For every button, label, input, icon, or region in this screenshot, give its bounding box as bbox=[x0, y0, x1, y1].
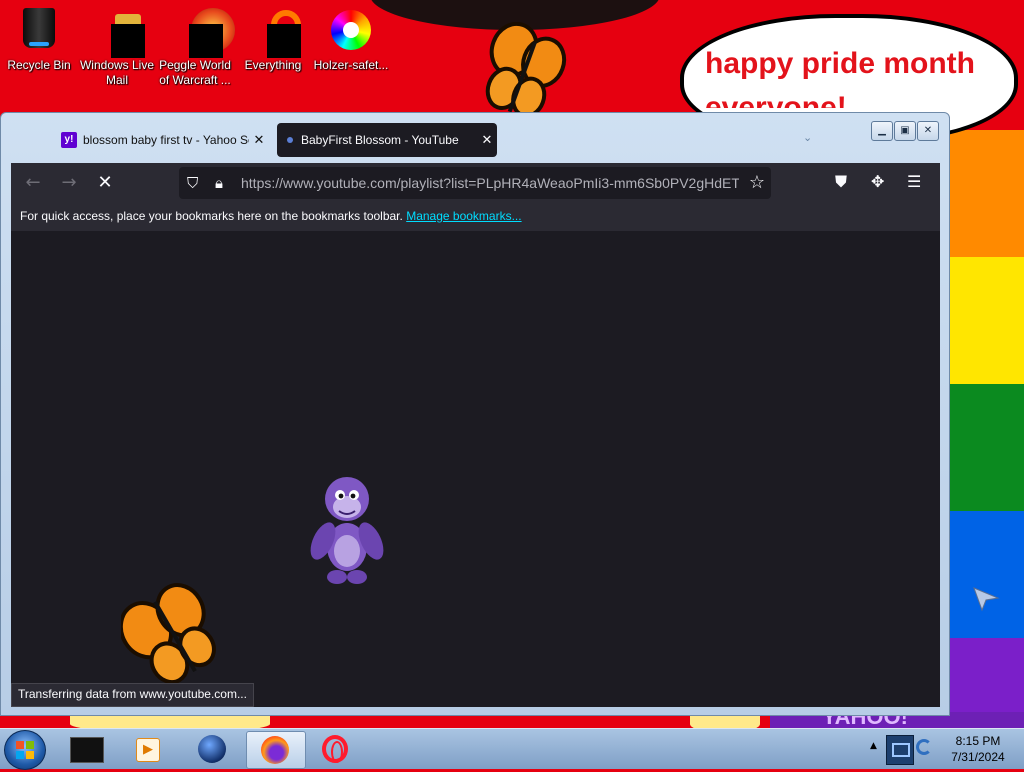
back-button[interactable]: ← bbox=[19, 169, 47, 197]
status-bar: Transferring data from www.youtube.com..… bbox=[11, 683, 254, 707]
network-icon[interactable] bbox=[886, 735, 914, 765]
manage-bookmarks-link[interactable]: Manage bookmarks... bbox=[406, 209, 521, 223]
rainbow-stripes bbox=[946, 130, 1024, 765]
system-tray: ▲ 8:15 PM 7/31/2024 bbox=[866, 729, 1024, 769]
clock[interactable]: 8:15 PM 7/31/2024 bbox=[938, 733, 1018, 765]
start-button[interactable] bbox=[4, 730, 46, 770]
explorer-icon bbox=[70, 737, 104, 763]
nav-toolbar: ← → ✕ ⛉ 🔒︎ https://www.youtube.com/playl… bbox=[11, 163, 940, 203]
close-window-button[interactable]: ✕ bbox=[917, 121, 939, 141]
taskbar-explorer[interactable] bbox=[58, 731, 116, 767]
game-icon bbox=[175, 6, 235, 58]
desktop-icon-everything[interactable]: Everything bbox=[234, 4, 312, 73]
globe-icon bbox=[198, 735, 226, 763]
clock-time: 8:15 PM bbox=[955, 734, 1001, 748]
color-wheel-icon bbox=[331, 6, 371, 52]
cursor-icon bbox=[973, 587, 1000, 612]
taskbar-firefox[interactable] bbox=[246, 731, 306, 769]
menu-icon[interactable]: ☰ bbox=[907, 172, 921, 191]
desktop-icon-recycle-bin[interactable]: Recycle Bin bbox=[0, 4, 78, 73]
tab-title: blossom baby first tv - Yahoo Se bbox=[83, 133, 249, 147]
show-hidden-icons-icon[interactable]: ▲ bbox=[870, 741, 877, 751]
opera-icon bbox=[322, 735, 348, 763]
yahoo-icon: y! bbox=[61, 132, 77, 148]
tab-list-chevron-icon[interactable]: ⌄ bbox=[803, 131, 812, 144]
monkey-character-image bbox=[310, 477, 384, 584]
browser-window: y! blossom baby first tv - Yahoo Se ✕ Ba… bbox=[0, 112, 950, 716]
url-text[interactable]: https://www.youtube.com/playlist?list=PL… bbox=[241, 175, 739, 191]
desktop-icon-peggle[interactable]: Peggle World of Warcraft ... bbox=[156, 4, 235, 88]
taskbar-media-player[interactable]: ▶ bbox=[120, 731, 178, 767]
taskbar-opera[interactable] bbox=[308, 731, 366, 767]
media-player-icon: ▶ bbox=[136, 738, 160, 762]
sync-icon[interactable] bbox=[916, 739, 932, 755]
windows-logo-icon bbox=[16, 741, 34, 759]
desktop-icon-windows-live-mail[interactable]: Windows Live Mail bbox=[78, 4, 156, 88]
tab-youtube[interactable]: BabyFirst Blossom - YouTube ✕ bbox=[277, 123, 497, 157]
desktop-icon-holzer[interactable]: Holzer-safet... bbox=[312, 4, 390, 73]
address-bar[interactable]: ⛉ 🔒︎ https://www.youtube.com/playlist?li… bbox=[179, 167, 771, 199]
extensions-icon[interactable]: ✥ bbox=[871, 172, 884, 191]
clock-date: 7/31/2024 bbox=[951, 750, 1005, 764]
recycle-bin-icon bbox=[19, 6, 59, 52]
forward-button[interactable]: → bbox=[55, 169, 83, 197]
bookmark-star-icon[interactable]: ☆ bbox=[749, 172, 765, 193]
page-content: Transferring data from www.youtube.com..… bbox=[11, 231, 940, 707]
tab-title: BabyFirst Blossom - YouTube bbox=[301, 133, 459, 147]
greeting-text: happy pride month everyone! bbox=[705, 47, 975, 108]
taskbar-browser-globe[interactable] bbox=[184, 731, 242, 767]
mail-icon bbox=[97, 6, 145, 58]
taskbar: ▶ ▲ 8:15 PM 7/31/2024 bbox=[0, 728, 1024, 770]
pocket-icon[interactable]: ⛊ bbox=[835, 172, 847, 192]
bookmarks-toolbar: For quick access, place your bookmarks h… bbox=[11, 203, 940, 231]
stop-loading-button[interactable]: ✕ bbox=[91, 169, 119, 197]
firefox-icon bbox=[261, 736, 289, 764]
tab-yahoo-search[interactable]: y! blossom baby first tv - Yahoo Se ✕ bbox=[53, 123, 269, 157]
close-tab-icon[interactable]: ✕ bbox=[249, 132, 269, 148]
maximize-button[interactable]: ▣ bbox=[894, 121, 916, 141]
loading-icon bbox=[287, 137, 293, 143]
minimize-button[interactable]: ▁ bbox=[871, 121, 893, 141]
butterfly-icon bbox=[121, 583, 216, 685]
search-icon bbox=[253, 6, 301, 58]
shield-icon[interactable]: ⛉ bbox=[187, 174, 198, 192]
bookmarks-message: For quick access, place your bookmarks h… bbox=[20, 209, 403, 223]
lock-icon[interactable]: 🔒︎ bbox=[215, 174, 223, 192]
close-tab-icon[interactable]: ✕ bbox=[477, 132, 497, 148]
